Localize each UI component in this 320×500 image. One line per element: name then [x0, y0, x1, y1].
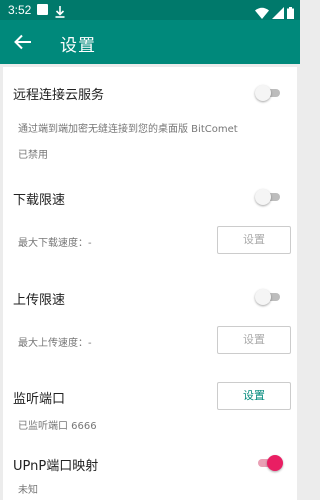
remote-connect-description: 通过端到端加密无缝连接到您的桌面版 BitComet — [18, 124, 238, 135]
page-title: 设置 — [60, 36, 96, 56]
toggle-thumb — [255, 289, 271, 305]
upload-limit-label: 上传限速 — [13, 293, 66, 308]
upload-limit-set-button[interactable]: 设置 — [217, 326, 291, 354]
download-limit-label: 下载限速 — [13, 193, 66, 208]
download-limit-set-button[interactable]: 设置 — [217, 226, 291, 254]
toggle-thumb — [255, 189, 271, 205]
status-bar: 3:52 — [0, 0, 300, 20]
listen-port-label: 监听端口 — [13, 392, 66, 407]
upnp-label: UPnP端口映射 — [13, 459, 99, 474]
listen-port-status: 已监听端口 6666 — [18, 421, 97, 432]
upnp-status: 未知 — [18, 485, 38, 496]
toggle-thumb — [267, 455, 283, 471]
listen-port-set-button[interactable]: 设置 — [217, 382, 291, 410]
status-time: 3:52 — [8, 3, 32, 17]
remote-connect-toggle[interactable] — [255, 85, 283, 101]
toggle-thumb — [255, 85, 271, 101]
upload-limit-toggle[interactable] — [255, 289, 283, 305]
max-upload-speed: 最大上传速度：- — [18, 338, 92, 349]
image-notification-icon — [37, 4, 48, 15]
max-download-speed: 最大下载速度：- — [18, 238, 92, 249]
app-bar: 设置 — [0, 20, 300, 64]
back-arrow-icon[interactable] — [12, 31, 34, 53]
settings-card: 远程连接云服务 通过端到端加密无缝连接到您的桌面版 BitComet 已禁用 下… — [3, 67, 297, 500]
remote-connect-status: 已禁用 — [18, 150, 48, 161]
upnp-toggle[interactable] — [255, 455, 283, 471]
download-limit-toggle[interactable] — [255, 189, 283, 205]
remote-connect-label: 远程连接云服务 — [13, 88, 105, 103]
